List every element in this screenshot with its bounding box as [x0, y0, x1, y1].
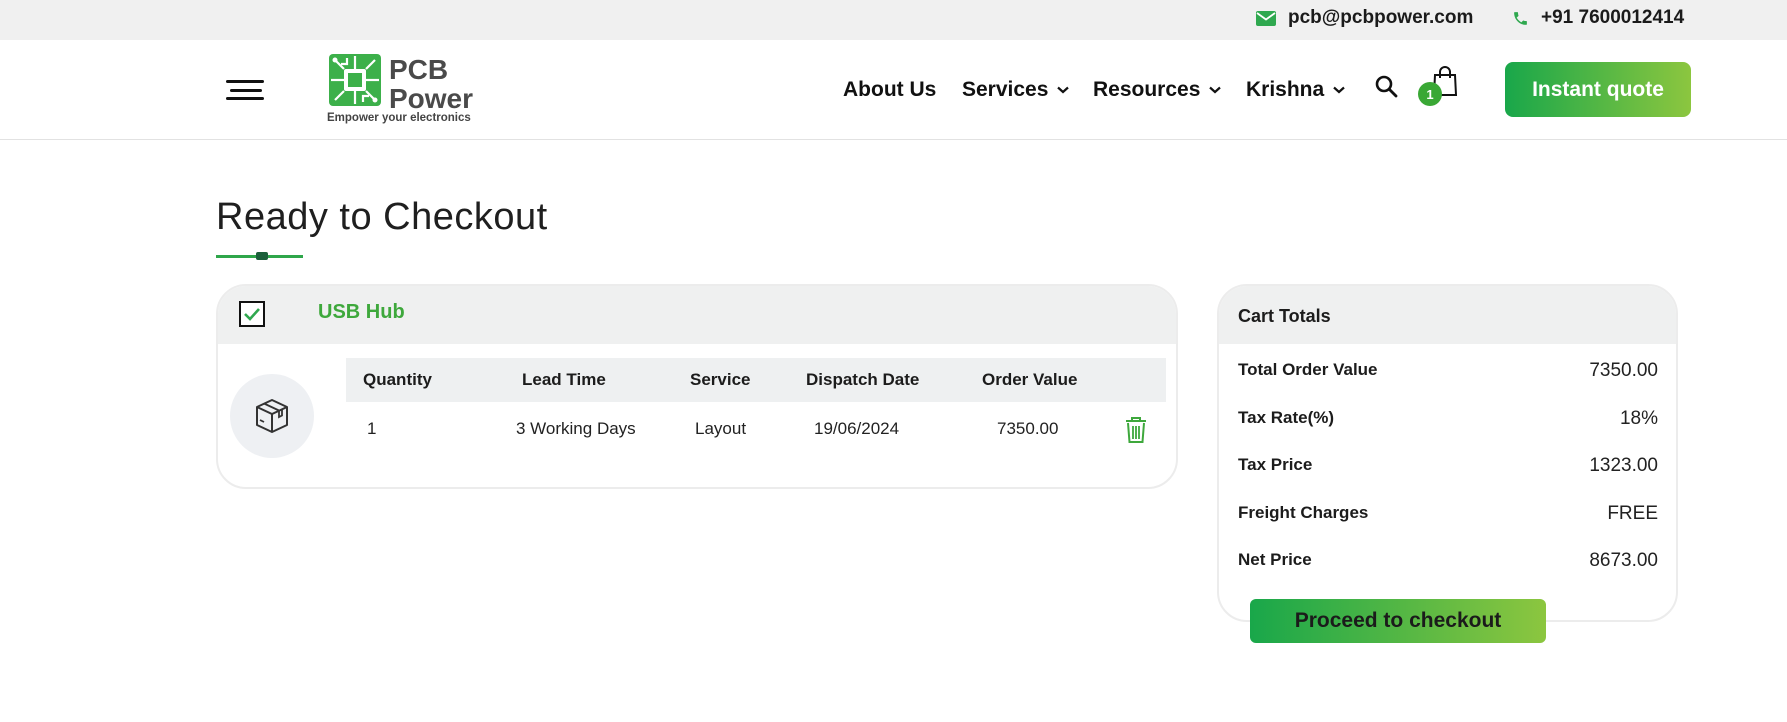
item-select-checkbox[interactable]	[239, 301, 265, 327]
net-price-row: Net Price 8673.00	[1238, 550, 1658, 574]
contact-phone[interactable]: +91 7600012414	[1512, 0, 1684, 36]
total-row-label: Freight Charges	[1238, 503, 1369, 522]
site-header: PCB Power Empower your electronics About…	[0, 40, 1787, 140]
chevron-down-icon	[1333, 86, 1345, 94]
cell-order-value: 7350.00	[997, 419, 1059, 438]
cell-lead-time: 3 Working Days	[516, 419, 636, 438]
search-button[interactable]	[1374, 74, 1398, 103]
tax-price-row: Tax Price 1323.00	[1238, 455, 1658, 479]
total-row-label: Net Price	[1238, 550, 1312, 569]
nav-resources-label: Resources	[1093, 78, 1201, 101]
search-icon	[1375, 75, 1398, 98]
proceed-to-checkout-button[interactable]: Proceed to checkout	[1250, 599, 1546, 643]
phone-icon	[1514, 11, 1527, 25]
product-thumbnail	[230, 374, 314, 458]
order-item-card: USB Hub Quantity Lead Time Service Dispa…	[216, 284, 1178, 489]
cart-count-badge: 1	[1418, 82, 1442, 106]
envelope-icon	[1256, 10, 1276, 26]
total-row-label: Tax Price	[1238, 455, 1313, 474]
column-quantity: Quantity	[363, 370, 432, 389]
logo-tagline: Empower your electronics	[327, 112, 471, 124]
delete-item-button[interactable]	[1125, 416, 1147, 449]
total-row-value: 8673.00	[1589, 550, 1658, 571]
contact-email[interactable]: pcb@pcbpower.com	[1256, 0, 1473, 36]
cart-totals-header: Cart Totals	[1219, 286, 1676, 344]
cart-totals-title: Cart Totals	[1238, 306, 1331, 326]
email-text: pcb@pcbpower.com	[1288, 7, 1474, 28]
title-underline-divider	[216, 252, 303, 260]
nav-about-label: About Us	[843, 78, 937, 101]
cell-quantity: 1	[367, 419, 377, 438]
nav-services-label: Services	[962, 78, 1049, 101]
cell-service: Layout	[695, 419, 747, 438]
total-row-value: FREE	[1607, 503, 1658, 524]
total-order-value-row: Total Order Value 7350.00	[1238, 360, 1658, 384]
total-row-label: Tax Rate(%)	[1238, 408, 1335, 427]
order-table-header: Quantity Lead Time Service Dispatch Date…	[346, 358, 1166, 402]
nav-about-us[interactable]: About Us	[843, 40, 936, 140]
checkmark-icon	[244, 308, 260, 321]
chevron-down-icon	[1209, 86, 1222, 94]
column-order-value: Order Value	[982, 370, 1078, 389]
cart-button[interactable]: 1	[1418, 66, 1464, 112]
chevron-down-icon	[1057, 86, 1070, 94]
trash-icon	[1126, 417, 1146, 443]
cell-dispatch-date: 19/06/2024	[814, 419, 900, 438]
total-row-value: 1323.00	[1589, 455, 1658, 476]
nav-services[interactable]: Services	[962, 40, 1070, 140]
logo-text-line1: PCB	[389, 54, 449, 85]
page-title: Ready to Checkout	[216, 196, 548, 238]
top-contact-bar: pcb@pcbpower.com +91 7600012414	[0, 0, 1787, 40]
column-dispatch-date: Dispatch Date	[806, 370, 920, 389]
total-row-label: Total Order Value	[1238, 360, 1378, 379]
circuit-chip-icon	[329, 54, 381, 106]
menu-hamburger-icon[interactable]	[226, 80, 266, 104]
nav-user-menu[interactable]: Krishna	[1246, 40, 1345, 140]
phone-text: +91 7600012414	[1541, 7, 1685, 28]
freight-charges-row: Freight Charges FREE	[1238, 503, 1658, 527]
logo-text-line2: Power	[389, 83, 474, 114]
package-box-icon	[256, 399, 288, 433]
column-service: Service	[690, 370, 751, 389]
tax-rate-row: Tax Rate(%) 18%	[1238, 408, 1658, 432]
product-name[interactable]: USB Hub	[318, 301, 405, 324]
column-lead-time: Lead Time	[522, 370, 606, 389]
cart-totals-card: Cart Totals Total Order Value 7350.00 Ta…	[1217, 284, 1678, 622]
total-row-value: 18%	[1619, 408, 1658, 429]
site-logo[interactable]: PCB Power Empower your electronics	[327, 52, 487, 128]
total-row-value: 7350.00	[1589, 360, 1658, 381]
nav-user-label: Krishna	[1246, 78, 1325, 101]
instant-quote-button[interactable]: Instant quote	[1505, 62, 1691, 117]
order-item-header: USB Hub	[218, 286, 1176, 344]
nav-resources[interactable]: Resources	[1093, 40, 1222, 140]
